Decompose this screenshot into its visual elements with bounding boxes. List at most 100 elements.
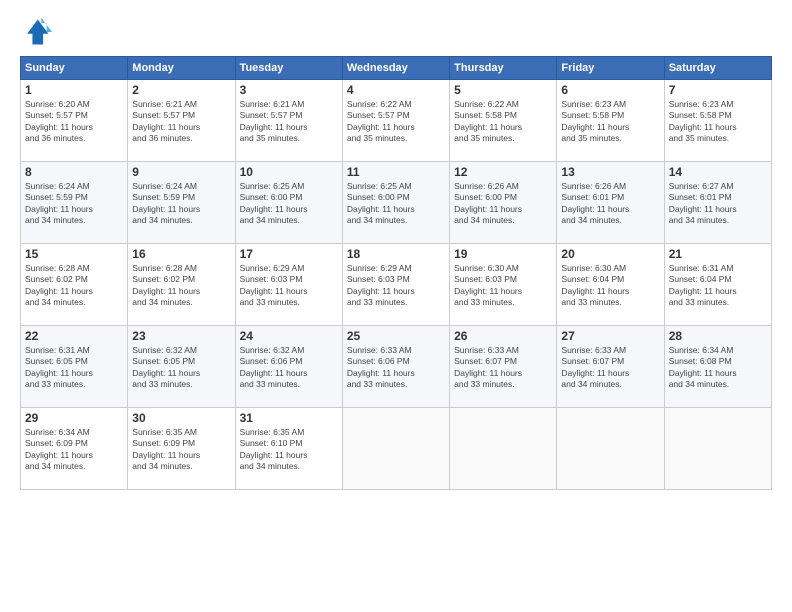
calendar-day-cell: 25Sunrise: 6:33 AM Sunset: 6:06 PM Dayli… — [342, 326, 449, 408]
calendar-header-row: SundayMondayTuesdayWednesdayThursdayFrid… — [21, 57, 772, 80]
day-info: Sunrise: 6:23 AM Sunset: 5:58 PM Dayligh… — [561, 99, 659, 145]
logo — [20, 16, 56, 48]
day-number: 1 — [25, 83, 123, 97]
day-number: 11 — [347, 165, 445, 179]
day-number: 27 — [561, 329, 659, 343]
calendar-day-cell: 30 Sunrise: 6:35 AM Sunset: 6:09 PM Dayli… — [128, 408, 235, 490]
calendar-week-row: 29 Sunrise: 6:34 AM Sunset: 6:09 PM Dayli… — [21, 408, 772, 490]
calendar-day-cell: 19Sunrise: 6:30 AM Sunset: 6:03 PM Dayli… — [450, 244, 557, 326]
calendar-week-row: 22Sunrise: 6:31 AM Sunset: 6:05 PM Dayli… — [21, 326, 772, 408]
day-info: Sunrise: 6:21 AM Sunset: 5:57 PM Dayligh… — [240, 99, 338, 145]
day-info: Sunrise: 6:35 AM Sunset: 6:10 PM Dayligh… — [240, 427, 338, 473]
day-info: Sunrise: 6:21 AM Sunset: 5:57 PM Dayligh… — [132, 99, 230, 145]
day-info: Sunrise: 6:22 AM Sunset: 5:58 PM Dayligh… — [454, 99, 552, 145]
day-number: 14 — [669, 165, 767, 179]
day-info: Sunrise: 6:30 AM Sunset: 6:03 PM Dayligh… — [454, 263, 552, 309]
calendar-day-cell: 27 Sunrise: 6:33 AM Sunset: 6:07 PM Dayli… — [557, 326, 664, 408]
day-info: Sunrise: 6:29 AM Sunset: 6:03 PM Dayligh… — [240, 263, 338, 309]
day-info: Sunrise: 6:33 AM Sunset: 6:07 PM Dayligh… — [561, 345, 659, 391]
calendar-day-cell: 3 Sunrise: 6:21 AM Sunset: 5:57 PM Daylig… — [235, 80, 342, 162]
calendar-day-cell: 17Sunrise: 6:29 AM Sunset: 6:03 PM Dayli… — [235, 244, 342, 326]
calendar-day-cell: 12 Sunrise: 6:26 AM Sunset: 6:00 PM Dayli… — [450, 162, 557, 244]
calendar-day-cell: 5Sunrise: 6:22 AM Sunset: 5:58 PM Daylig… — [450, 80, 557, 162]
calendar-day-cell: 29 Sunrise: 6:34 AM Sunset: 6:09 PM Dayli… — [21, 408, 128, 490]
day-number: 23 — [132, 329, 230, 343]
day-info: Sunrise: 6:34 AM Sunset: 6:09 PM Dayligh… — [25, 427, 123, 473]
day-number: 29 — [25, 411, 123, 425]
calendar-day-cell: 14 Sunrise: 6:27 AM Sunset: 6:01 PM Dayli… — [664, 162, 771, 244]
day-number: 9 — [132, 165, 230, 179]
calendar-day-cell: 2 Sunrise: 6:21 AM Sunset: 5:57 PM Daylig… — [128, 80, 235, 162]
calendar-day-cell: 21Sunrise: 6:31 AM Sunset: 6:04 PM Dayli… — [664, 244, 771, 326]
calendar-day-cell: 28 Sunrise: 6:34 AM Sunset: 6:08 PM Dayli… — [664, 326, 771, 408]
day-info: Sunrise: 6:25 AM Sunset: 6:00 PM Dayligh… — [240, 181, 338, 227]
logo-icon — [20, 16, 52, 48]
calendar-day-header: Monday — [128, 57, 235, 80]
calendar-empty-cell — [664, 408, 771, 490]
day-number: 7 — [669, 83, 767, 97]
day-info: Sunrise: 6:26 AM Sunset: 6:00 PM Dayligh… — [454, 181, 552, 227]
day-info: Sunrise: 6:32 AM Sunset: 6:06 PM Dayligh… — [240, 345, 338, 391]
day-info: Sunrise: 6:31 AM Sunset: 6:05 PM Dayligh… — [25, 345, 123, 391]
day-info: Sunrise: 6:31 AM Sunset: 6:04 PM Dayligh… — [669, 263, 767, 309]
day-info: Sunrise: 6:20 AM Sunset: 5:57 PM Dayligh… — [25, 99, 123, 145]
calendar-day-cell: 9 Sunrise: 6:24 AM Sunset: 5:59 PM Daylig… — [128, 162, 235, 244]
calendar-day-cell: 16 Sunrise: 6:28 AM Sunset: 6:02 PM Dayli… — [128, 244, 235, 326]
day-info: Sunrise: 6:22 AM Sunset: 5:57 PM Dayligh… — [347, 99, 445, 145]
day-info: Sunrise: 6:28 AM Sunset: 6:02 PM Dayligh… — [25, 263, 123, 309]
day-number: 3 — [240, 83, 338, 97]
day-number: 28 — [669, 329, 767, 343]
day-number: 15 — [25, 247, 123, 261]
day-number: 18 — [347, 247, 445, 261]
day-number: 10 — [240, 165, 338, 179]
calendar-day-header: Wednesday — [342, 57, 449, 80]
day-info: Sunrise: 6:23 AM Sunset: 5:58 PM Dayligh… — [669, 99, 767, 145]
day-info: Sunrise: 6:35 AM Sunset: 6:09 PM Dayligh… — [132, 427, 230, 473]
calendar-week-row: 1 Sunrise: 6:20 AM Sunset: 5:57 PM Daylig… — [21, 80, 772, 162]
calendar-empty-cell — [342, 408, 449, 490]
calendar-empty-cell — [557, 408, 664, 490]
day-number: 8 — [25, 165, 123, 179]
calendar-day-cell: 31 Sunrise: 6:35 AM Sunset: 6:10 PM Dayli… — [235, 408, 342, 490]
day-info: Sunrise: 6:30 AM Sunset: 6:04 PM Dayligh… — [561, 263, 659, 309]
calendar-day-cell: 1 Sunrise: 6:20 AM Sunset: 5:57 PM Daylig… — [21, 80, 128, 162]
day-number: 16 — [132, 247, 230, 261]
calendar-day-cell: 18Sunrise: 6:29 AM Sunset: 6:03 PM Dayli… — [342, 244, 449, 326]
calendar-week-row: 15 Sunrise: 6:28 AM Sunset: 6:02 PM Dayli… — [21, 244, 772, 326]
calendar-week-row: 8 Sunrise: 6:24 AM Sunset: 5:59 PM Daylig… — [21, 162, 772, 244]
day-info: Sunrise: 6:33 AM Sunset: 6:07 PM Dayligh… — [454, 345, 552, 391]
calendar-day-cell: 13Sunrise: 6:26 AM Sunset: 6:01 PM Dayli… — [557, 162, 664, 244]
day-info: Sunrise: 6:28 AM Sunset: 6:02 PM Dayligh… — [132, 263, 230, 309]
calendar-day-cell: 7 Sunrise: 6:23 AM Sunset: 5:58 PM Daylig… — [664, 80, 771, 162]
day-number: 30 — [132, 411, 230, 425]
calendar-day-cell: 4 Sunrise: 6:22 AM Sunset: 5:57 PM Daylig… — [342, 80, 449, 162]
calendar-day-cell: 15 Sunrise: 6:28 AM Sunset: 6:02 PM Dayli… — [21, 244, 128, 326]
day-number: 4 — [347, 83, 445, 97]
calendar-empty-cell — [450, 408, 557, 490]
calendar-day-cell: 10 Sunrise: 6:25 AM Sunset: 6:00 PM Dayli… — [235, 162, 342, 244]
day-info: Sunrise: 6:33 AM Sunset: 6:06 PM Dayligh… — [347, 345, 445, 391]
calendar-day-cell: 20 Sunrise: 6:30 AM Sunset: 6:04 PM Dayli… — [557, 244, 664, 326]
calendar-day-header: Tuesday — [235, 57, 342, 80]
header — [20, 16, 772, 48]
day-number: 26 — [454, 329, 552, 343]
day-info: Sunrise: 6:24 AM Sunset: 5:59 PM Dayligh… — [132, 181, 230, 227]
calendar-day-header: Sunday — [21, 57, 128, 80]
calendar-day-cell: 6 Sunrise: 6:23 AM Sunset: 5:58 PM Daylig… — [557, 80, 664, 162]
day-info: Sunrise: 6:34 AM Sunset: 6:08 PM Dayligh… — [669, 345, 767, 391]
day-number: 13 — [561, 165, 659, 179]
day-info: Sunrise: 6:24 AM Sunset: 5:59 PM Dayligh… — [25, 181, 123, 227]
day-number: 31 — [240, 411, 338, 425]
day-number: 6 — [561, 83, 659, 97]
day-number: 24 — [240, 329, 338, 343]
calendar-day-header: Friday — [557, 57, 664, 80]
day-number: 20 — [561, 247, 659, 261]
day-number: 12 — [454, 165, 552, 179]
day-info: Sunrise: 6:32 AM Sunset: 6:05 PM Dayligh… — [132, 345, 230, 391]
day-info: Sunrise: 6:25 AM Sunset: 6:00 PM Dayligh… — [347, 181, 445, 227]
calendar-day-header: Saturday — [664, 57, 771, 80]
calendar-day-header: Thursday — [450, 57, 557, 80]
calendar-day-cell: 23 Sunrise: 6:32 AM Sunset: 6:05 PM Dayli… — [128, 326, 235, 408]
day-number: 2 — [132, 83, 230, 97]
day-info: Sunrise: 6:27 AM Sunset: 6:01 PM Dayligh… — [669, 181, 767, 227]
